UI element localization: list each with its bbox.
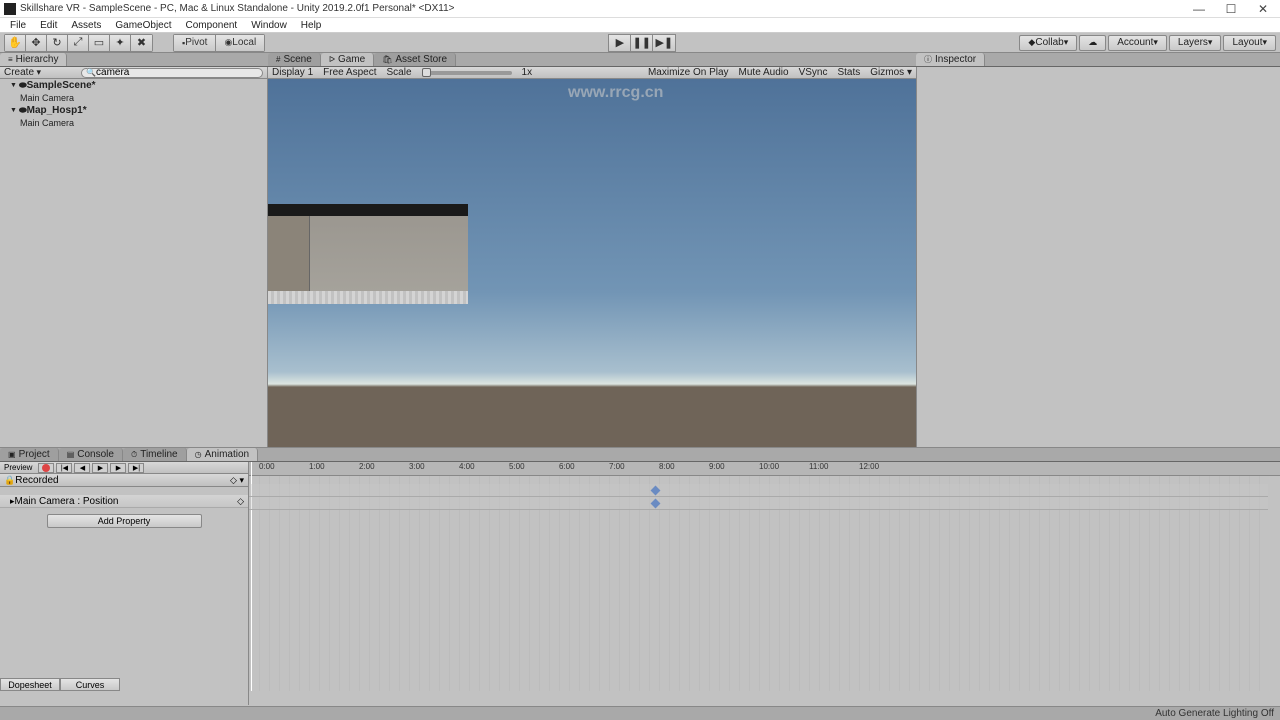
pause-button[interactable]: ❚❚ [631, 35, 653, 51]
timeline-icon: ⏱ [131, 450, 137, 460]
animation-property-panel: Preview |◀ ◀ ▶ ▶ ▶| 🔒 Recorded◇ ▾ ▸ Main… [0, 462, 249, 705]
maximize-toggle[interactable]: Maximize On Play [648, 67, 729, 78]
rect-tool[interactable]: ▭ [89, 35, 110, 51]
transform-tool[interactable]: ✦ [110, 35, 131, 51]
scale-slider[interactable] [422, 71, 512, 75]
layout-button[interactable]: Layout ▾ [1223, 35, 1276, 51]
dopesheet-button[interactable]: Dopesheet [0, 678, 60, 691]
animation-property-row[interactable]: ▸ Main Camera : Position◇ [0, 495, 248, 508]
project-tab[interactable]: ▣Project [0, 448, 59, 461]
hierarchy-scene-item[interactable]: ▼⬬ Map_Hosp1* [0, 104, 267, 117]
mute-toggle[interactable]: Mute Audio [739, 67, 789, 78]
maximize-button[interactable]: ☐ [1224, 2, 1238, 16]
timeline-ruler[interactable]: 0:00 1:00 2:00 3:00 4:00 5:00 6:00 7:00 … [249, 462, 1280, 476]
scene-icon: # [276, 55, 280, 64]
rotate-tool[interactable]: ↻ [47, 35, 68, 51]
window-titlebar: Skillshare VR - SampleScene - PC, Mac & … [0, 0, 1280, 18]
pivot-toggle[interactable]: ▪ Pivot [174, 35, 216, 51]
hierarchy-item[interactable]: Main Camera [0, 117, 267, 129]
menu-help[interactable]: Help [295, 20, 328, 31]
game-toolbar: Display 1 Free Aspect Scale 1x Maximize … [268, 67, 916, 79]
play-anim-button[interactable]: ▶ [92, 463, 108, 473]
animation-tab[interactable]: ◷Animation [187, 448, 258, 461]
display-dropdown[interactable]: Display 1 [272, 67, 313, 78]
window-title: Skillshare VR - SampleScene - PC, Mac & … [20, 3, 1192, 14]
stats-toggle[interactable]: Stats [837, 67, 860, 78]
inspector-icon: ⓘ [924, 54, 932, 65]
unity-icon [4, 3, 16, 15]
hierarchy-create[interactable]: Create ▾ [4, 67, 41, 78]
hierarchy-scene-item[interactable]: ▼⬬ SampleScene* [0, 79, 267, 92]
menu-gameobject[interactable]: GameObject [109, 20, 177, 31]
animation-timeline[interactable]: 0:00 1:00 2:00 3:00 4:00 5:00 6:00 7:00 … [249, 462, 1280, 705]
add-property-button[interactable]: Add Property [47, 514, 202, 528]
lighting-status: Auto Generate Lighting Off [1155, 708, 1274, 719]
menu-assets[interactable]: Assets [65, 20, 107, 31]
prev-frame-button[interactable]: ◀ [74, 463, 90, 473]
custom-tool[interactable]: ✖ [131, 35, 152, 51]
property-track[interactable] [249, 497, 1268, 510]
aspect-dropdown[interactable]: Free Aspect [323, 67, 376, 78]
local-toggle[interactable]: ◉ Local [216, 35, 264, 51]
scale-label: Scale [387, 67, 412, 78]
timeline-tab[interactable]: ⏱Timeline [123, 448, 187, 461]
next-frame-button[interactable]: ▶ [110, 463, 126, 473]
step-button[interactable]: ▶❚ [653, 35, 675, 51]
keyframe-icon[interactable] [651, 499, 661, 509]
hand-tool[interactable]: ✋ [5, 35, 26, 51]
inspector-tab[interactable]: ⓘInspector [916, 53, 985, 66]
menu-file[interactable]: File [4, 20, 32, 31]
game-tab[interactable]: ᐅGame [321, 53, 374, 66]
close-button[interactable]: ✕ [1256, 2, 1270, 16]
first-frame-button[interactable]: |◀ [56, 463, 72, 473]
statusbar: Auto Generate Lighting Off [0, 706, 1280, 720]
record-button[interactable] [38, 463, 54, 473]
scene-building [268, 204, 468, 304]
menubar: File Edit Assets GameObject Component Wi… [0, 18, 1280, 33]
account-button[interactable]: Account ▾ [1108, 35, 1167, 51]
hierarchy-tab[interactable]: ≡Hierarchy [0, 53, 67, 66]
game-icon: ᐅ [329, 55, 335, 64]
console-tab[interactable]: ▤Console [59, 448, 123, 461]
curves-button[interactable]: Curves [60, 678, 120, 691]
scale-value: 1x [522, 67, 533, 78]
move-tool[interactable]: ✥ [26, 35, 47, 51]
menu-component[interactable]: Component [180, 20, 244, 31]
menu-edit[interactable]: Edit [34, 20, 63, 31]
keyframe-icon[interactable] [651, 486, 661, 496]
scene-tab[interactable]: #Scene [268, 53, 321, 66]
cloud-button[interactable]: ☁ [1079, 35, 1106, 51]
preview-toggle[interactable]: Preview [4, 463, 32, 472]
hierarchy-icon: ≡ [8, 55, 13, 64]
menu-window[interactable]: Window [245, 20, 293, 31]
summary-track[interactable] [249, 484, 1268, 497]
assetstore-icon: 🛍 [382, 55, 392, 64]
assetstore-tab[interactable]: 🛍Asset Store [374, 53, 456, 66]
watermark: www.rrcg.cn [568, 84, 663, 102]
layers-button[interactable]: Layers ▾ [1169, 35, 1222, 51]
gizmos-dropdown[interactable]: Gizmos ▾ [870, 67, 912, 78]
project-icon: ▣ [8, 450, 16, 459]
animation-icon: ◷ [195, 450, 202, 459]
hierarchy-search[interactable]: 🔍 camera [81, 68, 263, 78]
scale-tool[interactable]: ⤢ [68, 35, 89, 51]
minimize-button[interactable]: — [1192, 2, 1206, 16]
console-icon: ▤ [67, 450, 75, 459]
hierarchy-item[interactable]: Main Camera [0, 92, 267, 104]
main-toolbar: ✋ ✥ ↻ ⤢ ▭ ✦ ✖ ▪ Pivot ◉ Local ▶ ❚❚ ▶❚ ◆ … [0, 33, 1280, 53]
play-button[interactable]: ▶ [609, 35, 631, 51]
vsync-toggle[interactable]: VSync [799, 67, 828, 78]
collab-button[interactable]: ◆ Collab ▾ [1019, 35, 1077, 51]
clip-dropdown[interactable]: 🔒 Recorded◇ ▾ [0, 474, 248, 487]
last-frame-button[interactable]: ▶| [128, 463, 144, 473]
